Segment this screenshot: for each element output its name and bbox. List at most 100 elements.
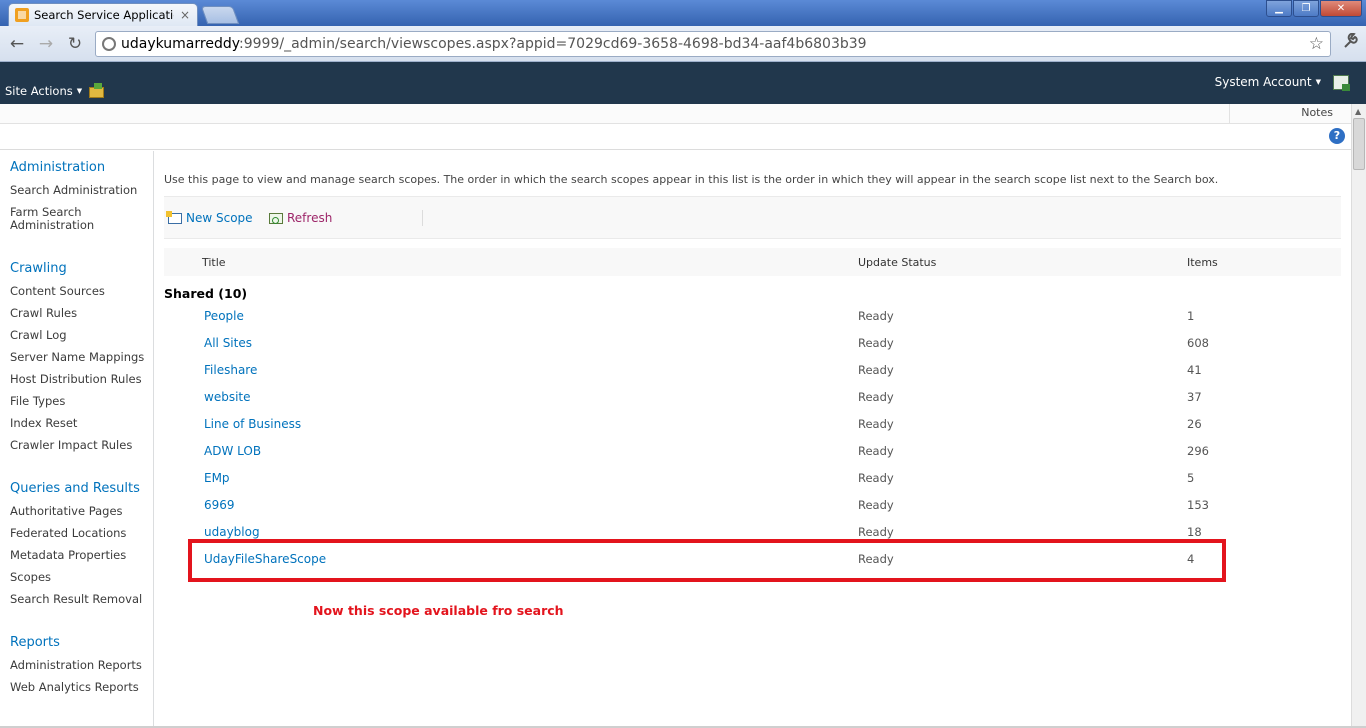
scope-item-count: 37 [1187, 390, 1202, 404]
ql-heading-crawling[interactable]: Crawling [10, 261, 67, 276]
table-row: All Sites Ready 608 [164, 333, 1341, 360]
address-bar[interactable]: udaykumarreddy:9999/_admin/search/viewsc… [95, 31, 1331, 57]
ql-index-reset[interactable]: Index Reset [10, 417, 150, 430]
scope-update-status: Ready [858, 525, 894, 539]
scope-update-status: Ready [858, 417, 894, 431]
ql-file-types[interactable]: File Types [10, 395, 150, 408]
scope-update-status: Ready [858, 390, 894, 404]
ql-metadata-properties[interactable]: Metadata Properties [10, 549, 150, 562]
scope-title-link[interactable]: Fileshare [204, 363, 257, 377]
column-header-items[interactable]: Items [1187, 256, 1218, 269]
new-tab-button[interactable] [200, 6, 240, 24]
refresh-button[interactable]: Refresh [269, 211, 332, 225]
scope-title-link[interactable]: udayblog [204, 525, 260, 539]
ql-crawl-rules[interactable]: Crawl Rules [10, 307, 150, 320]
ql-search-administration[interactable]: Search Administration [10, 184, 150, 197]
page-description: Use this page to view and manage search … [164, 173, 1219, 186]
refresh-icon [269, 212, 283, 224]
scope-title-link[interactable]: People [204, 309, 244, 323]
scope-title-link[interactable]: 6969 [204, 498, 235, 512]
minimize-button[interactable]: ▁ [1266, 0, 1292, 17]
scope-item-count: 26 [1187, 417, 1202, 431]
url-host: udaykumarreddy [121, 36, 240, 52]
scroll-thumb[interactable] [1353, 118, 1365, 170]
wrench-icon[interactable] [1342, 32, 1358, 54]
help-icon[interactable]: ? [1329, 128, 1345, 144]
scope-update-status: Ready [858, 498, 894, 512]
column-header-update-status[interactable]: Update Status [858, 256, 936, 269]
ql-administration-reports[interactable]: Administration Reports [10, 659, 150, 672]
ql-authoritative-pages[interactable]: Authoritative Pages [10, 505, 150, 518]
chevron-down-icon: ▼ [76, 87, 83, 95]
page-globe-icon [102, 37, 116, 51]
ql-crawler-impact-rules[interactable]: Crawler Impact Rules [10, 439, 150, 452]
sharepoint-favicon-icon [15, 8, 29, 22]
browser-toolbar: ← → ↻ udaykumarreddy:9999/_admin/search/… [0, 26, 1366, 62]
sharepoint-ribbon: Site Actions ▼ System Account ▼ [0, 62, 1366, 104]
scope-item-count: 41 [1187, 363, 1202, 377]
ql-host-distribution-rules[interactable]: Host Distribution Rules [10, 373, 150, 386]
new-item-icon [166, 210, 182, 224]
restore-button[interactable]: ❐ [1293, 0, 1319, 17]
scroll-up-icon[interactable]: ▲ [1355, 107, 1361, 116]
scope-title-link[interactable]: ADW LOB [204, 444, 261, 458]
quick-launch: Administration Search Administration Far… [0, 151, 154, 726]
account-menu[interactable]: System Account ▼ [1215, 75, 1321, 89]
tab-title: Search Service Application: Vi [34, 8, 174, 22]
refresh-label: Refresh [287, 211, 333, 225]
notes-bar: Notes [0, 104, 1351, 124]
scope-update-status: Ready [858, 471, 894, 485]
new-scope-button[interactable]: New Scope [166, 210, 253, 225]
notes-button[interactable]: Notes [1301, 106, 1333, 119]
scope-title-link[interactable]: website [204, 390, 251, 404]
browser-title-bar: Search Service Application: Vi × ▁ ❐ ✕ [0, 0, 1366, 26]
ql-federated-locations[interactable]: Federated Locations [10, 527, 150, 540]
annotation-text: Now this scope available fro search [313, 603, 564, 618]
annotation-highlight-box [188, 539, 1226, 582]
scope-update-status: Ready [858, 336, 894, 350]
scope-item-count: 18 [1187, 525, 1202, 539]
ql-web-analytics-reports[interactable]: Web Analytics Reports [10, 681, 150, 694]
table-row: People Ready 1 [164, 306, 1341, 333]
window-controls: ▁ ❐ ✕ [1266, 0, 1362, 17]
url-text[interactable]: udaykumarreddy:9999/_admin/search/viewsc… [121, 36, 867, 52]
scope-update-status: Ready [858, 309, 894, 323]
site-actions-menu[interactable]: Site Actions ▼ [5, 84, 82, 98]
ql-heading-reports[interactable]: Reports [10, 635, 60, 650]
excel-account-icon[interactable] [1333, 75, 1350, 91]
forward-arrow-icon[interactable]: → [35, 34, 57, 54]
tab-close-icon[interactable]: × [180, 8, 190, 22]
scope-title-link[interactable]: All Sites [204, 336, 252, 350]
list-toolbar: New Scope Refresh [164, 196, 1341, 239]
help-bar: ? [0, 124, 1351, 150]
close-window-button[interactable]: ✕ [1320, 0, 1362, 17]
ql-farm-search-administration[interactable]: Farm Search Administration [10, 206, 150, 232]
scope-update-status: Ready [858, 444, 894, 458]
ql-heading-queries-and-results[interactable]: Queries and Results [10, 481, 140, 496]
back-arrow-icon[interactable]: ← [6, 34, 28, 54]
table-row: EMp Ready 5 [164, 468, 1341, 495]
ql-scopes[interactable]: Scopes [10, 571, 150, 584]
table-row: ADW LOB Ready 296 [164, 441, 1341, 468]
column-header-title[interactable]: Title [202, 256, 226, 269]
scope-update-status: Ready [858, 363, 894, 377]
scope-title-link[interactable]: Line of Business [204, 417, 301, 431]
ql-heading-administration[interactable]: Administration [10, 160, 105, 175]
table-row: 6969 Ready 153 [164, 495, 1341, 522]
ql-search-result-removal[interactable]: Search Result Removal [10, 593, 150, 606]
ql-content-sources[interactable]: Content Sources [10, 285, 150, 298]
url-path: :9999/_admin/search/viewscopes.aspx?appi… [239, 36, 867, 52]
site-actions-label: Site Actions [5, 84, 73, 98]
table-row: website Ready 37 [164, 387, 1341, 414]
reload-icon[interactable]: ↻ [64, 34, 86, 54]
ql-server-name-mappings[interactable]: Server Name Mappings [10, 351, 150, 364]
browser-tab-active[interactable]: Search Service Application: Vi × [8, 3, 198, 26]
wrench-svg [1344, 32, 1358, 48]
navigate-up-icon[interactable] [89, 83, 104, 98]
vertical-scrollbar[interactable]: ▲ [1351, 104, 1366, 726]
bookmark-star-icon[interactable]: ☆ [1309, 34, 1324, 54]
scope-title-link[interactable]: EMp [204, 471, 230, 485]
scope-item-count: 608 [1187, 336, 1209, 350]
group-header-shared: Shared (10) [164, 286, 248, 301]
ql-crawl-log[interactable]: Crawl Log [10, 329, 150, 342]
